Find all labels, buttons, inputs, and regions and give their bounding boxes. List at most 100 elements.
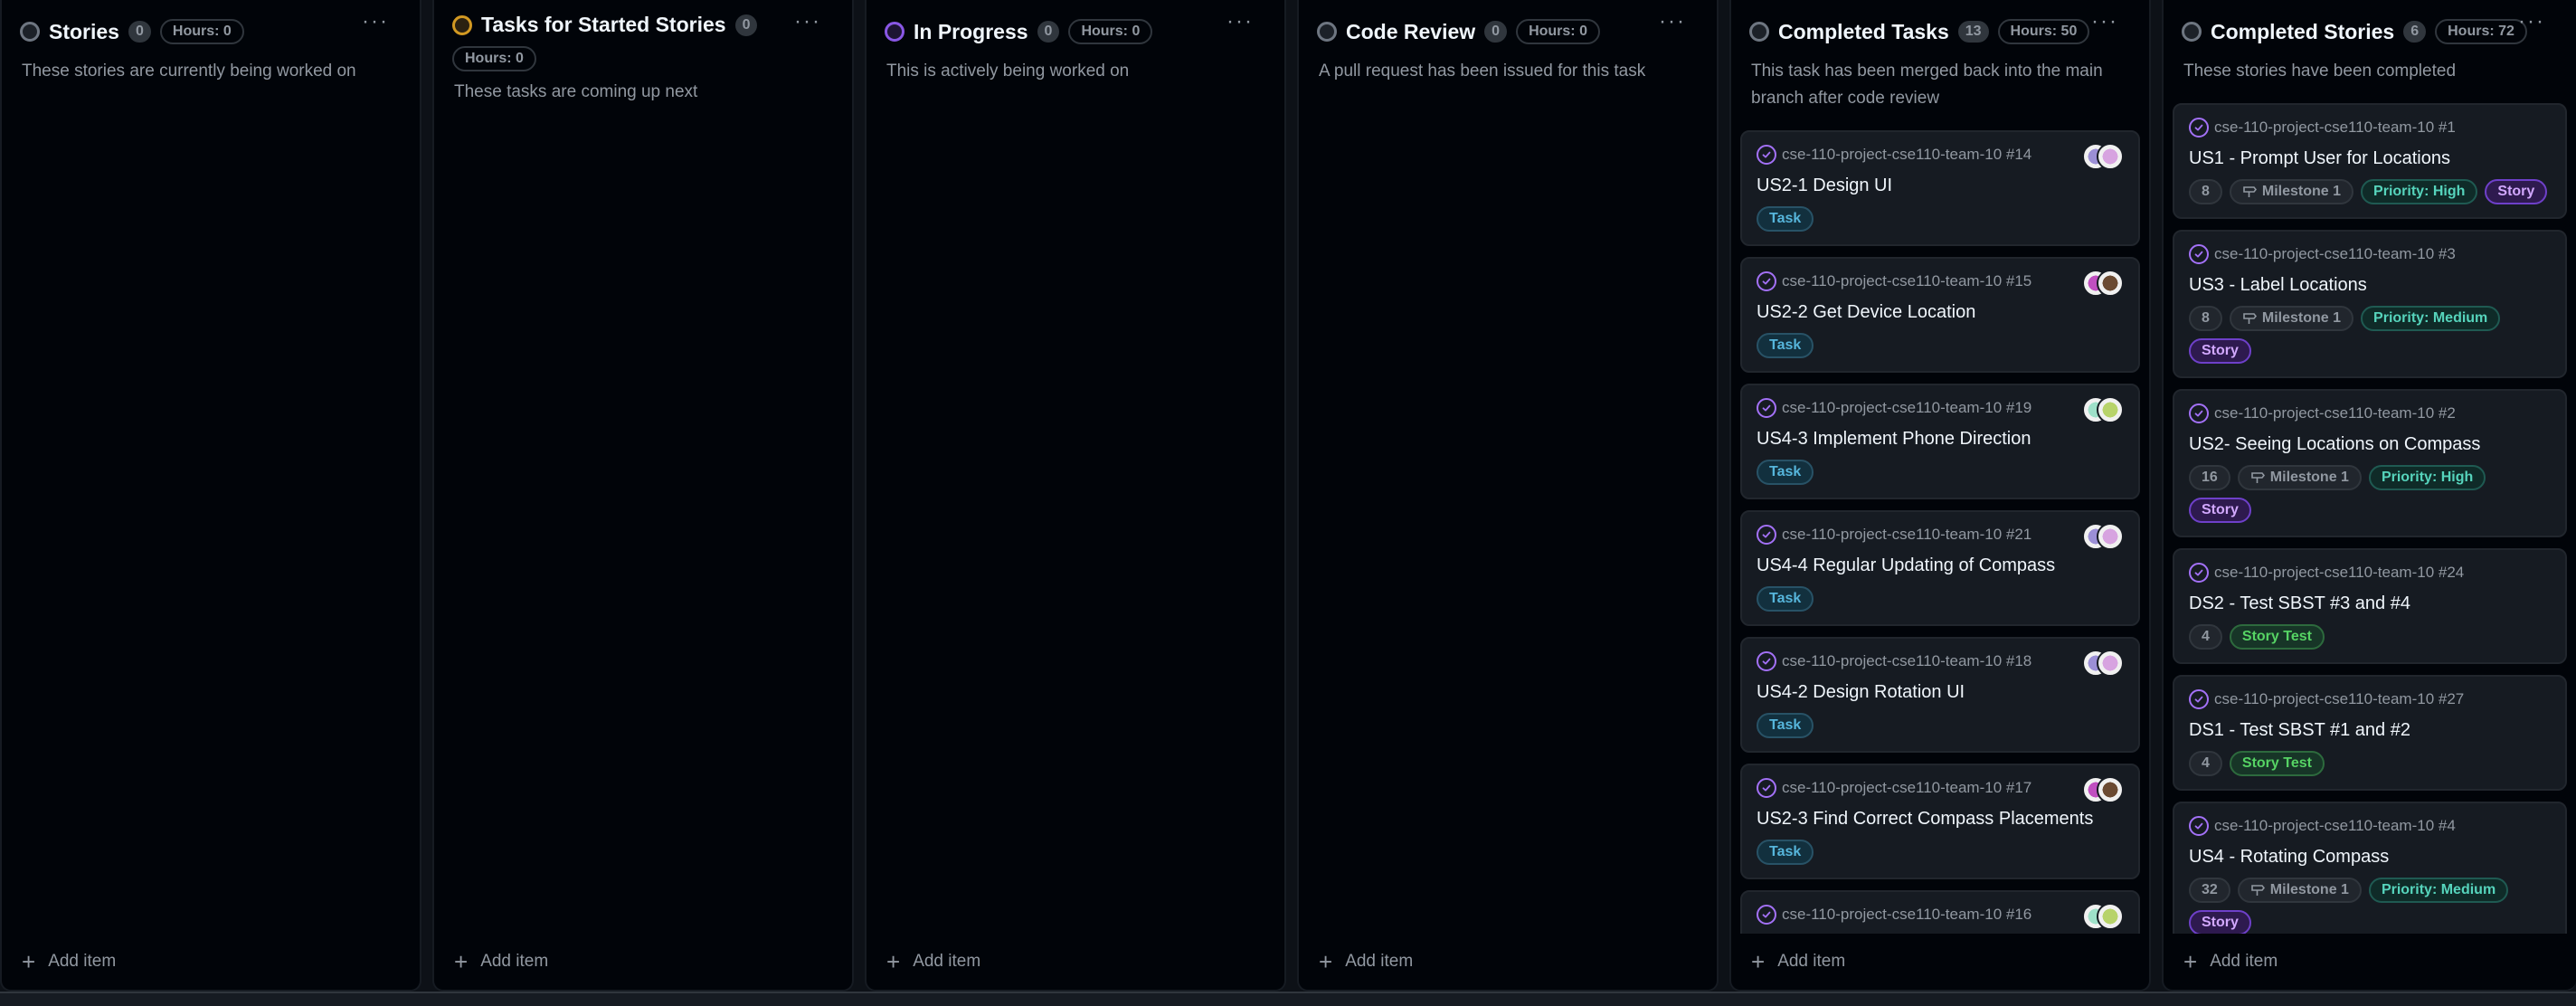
add-item-button[interactable]: + Add item: [2164, 934, 2576, 990]
add-item-label: Add item: [1777, 952, 1846, 971]
add-item-button[interactable]: + Add item: [434, 934, 852, 990]
avatar[interactable]: [2097, 396, 2124, 423]
column-more-icon[interactable]: ···: [362, 9, 389, 34]
issue-closed-check-icon: [2189, 563, 2209, 583]
avatar[interactable]: [2097, 650, 2124, 677]
issue-card[interactable]: cse-110-project-cse110-team-10 #16US4-1 …: [1740, 890, 2140, 934]
issue-card[interactable]: cse-110-project-cse110-team-10 #4 US4 - R…: [2173, 802, 2567, 934]
card-repo-ref[interactable]: cse-110-project-cse110-team-10 #1: [2214, 119, 2456, 137]
label-milestone: Milestone 1: [2237, 878, 2362, 903]
add-item-button[interactable]: + Add item: [2, 934, 420, 990]
column-header: In Progress 0 Hours: 0 ···: [867, 0, 1284, 51]
assignee-avatars: [2082, 903, 2124, 930]
card-title[interactable]: US4 - Rotating Compass: [2189, 845, 2551, 868]
add-item-label: Add item: [480, 952, 549, 971]
issue-card[interactable]: cse-110-project-cse110-team-10 #2 US2- Se…: [2173, 389, 2567, 537]
card-title[interactable]: US2-1 Design UI: [1757, 174, 2124, 197]
card-repo-ref[interactable]: cse-110-project-cse110-team-10 #14: [1782, 146, 2031, 164]
status-circle-icon: [885, 22, 904, 42]
issue-card[interactable]: cse-110-project-cse110-team-10 #15 US2-2 …: [1740, 257, 2140, 373]
add-item-button[interactable]: + Add item: [1731, 934, 2149, 990]
avatar[interactable]: [2097, 270, 2124, 297]
item-count-badge: 6: [2403, 21, 2427, 43]
issue-card[interactable]: cse-110-project-cse110-team-10 #21 US4-4 …: [1740, 510, 2140, 626]
assignee-avatars: [2082, 523, 2124, 550]
milestone-label: Milestone 1: [2261, 310, 2342, 326]
card-title[interactable]: US2-2 Get Device Location: [1757, 300, 2124, 324]
card-list: cse-110-project-cse110-team-10 #14 US2-1 …: [1731, 112, 2149, 934]
milestone-signpost-icon: [2243, 186, 2257, 197]
card-repo-line: cse-110-project-cse110-team-10 #2: [2189, 403, 2551, 423]
column-more-icon[interactable]: ···: [2518, 9, 2545, 34]
card-repo-line: cse-110-project-cse110-team-10 #1: [2189, 118, 2551, 138]
card-title[interactable]: US2- Seeing Locations on Compass: [2189, 432, 2551, 456]
card-title[interactable]: US4-2 Design Rotation UI: [1757, 680, 2124, 704]
avatar[interactable]: [2097, 523, 2124, 550]
column-header: Completed Tasks 13 Hours: 50 ···: [1731, 0, 2149, 51]
avatar[interactable]: [2097, 903, 2124, 930]
card-list: [867, 85, 1284, 934]
avatar[interactable]: [2097, 143, 2124, 170]
column-more-icon[interactable]: ···: [794, 9, 821, 34]
label-priority: Priority: High: [2368, 465, 2486, 490]
label-task: Task: [1757, 460, 1814, 485]
issue-card[interactable]: cse-110-project-cse110-team-10 #17 US2-3 …: [1740, 764, 2140, 879]
column-header: Completed Stories 6 Hours: 72 ···: [2164, 0, 2576, 51]
column-more-icon[interactable]: ···: [1226, 9, 1254, 34]
board-column-stories: Stories 0 Hours: 0 ··· These stories are…: [0, 0, 421, 992]
bottom-bar: [0, 992, 2576, 1006]
issue-card[interactable]: cse-110-project-cse110-team-10 #19 US4-3 …: [1740, 384, 2140, 499]
assignee-avatars: [2082, 776, 2124, 803]
card-title[interactable]: DS2 - Test SBST #3 and #4: [2189, 592, 2551, 615]
issue-card[interactable]: cse-110-project-cse110-team-10 #3 US3 - L…: [2173, 230, 2567, 378]
card-labels: 8 Milestone 1 Priority: High Story: [2189, 179, 2551, 204]
column-title: Completed Tasks: [1778, 19, 1949, 43]
column-more-icon[interactable]: ···: [1659, 9, 1686, 34]
card-repo-ref[interactable]: cse-110-project-cse110-team-10 #4: [2214, 817, 2456, 835]
card-repo-ref[interactable]: cse-110-project-cse110-team-10 #15: [1782, 272, 2031, 290]
label-task: Task: [1757, 713, 1814, 738]
board-column-in-progress: In Progress 0 Hours: 0 ··· This is activ…: [865, 0, 1286, 992]
card-title[interactable]: US4-4 Regular Updating of Compass: [1757, 554, 2124, 577]
column-description: These tasks are coming up next: [454, 82, 698, 101]
card-title[interactable]: US4-3 Implement Phone Direction: [1757, 427, 2124, 451]
issue-card[interactable]: cse-110-project-cse110-team-10 #27 DS1 - …: [2173, 675, 2567, 791]
label-story: Story: [2189, 338, 2251, 364]
issue-closed-check-icon: [2189, 118, 2209, 138]
card-repo-ref[interactable]: cse-110-project-cse110-team-10 #21: [1782, 526, 2031, 544]
issue-card[interactable]: cse-110-project-cse110-team-10 #24 DS2 - …: [2173, 548, 2567, 664]
column-title: Completed Stories: [2211, 19, 2395, 43]
card-repo-line: cse-110-project-cse110-team-10 #15: [1757, 271, 2124, 291]
card-repo-ref[interactable]: cse-110-project-cse110-team-10 #2: [2214, 404, 2456, 422]
issue-card[interactable]: cse-110-project-cse110-team-10 #14 US2-1 …: [1740, 130, 2140, 246]
card-repo-ref[interactable]: cse-110-project-cse110-team-10 #18: [1782, 652, 2031, 670]
card-title[interactable]: US2-3 Find Correct Compass Placements: [1757, 807, 2124, 830]
column-description: These stories have been completed: [2183, 62, 2457, 81]
add-item-button[interactable]: + Add item: [867, 934, 1284, 990]
plus-icon: +: [1319, 947, 1333, 975]
card-title[interactable]: US3 - Label Locations: [2189, 273, 2551, 297]
board-column-tasks-for-started-stories: Tasks for Started Stories 0 Hours: 0 ···…: [432, 0, 854, 992]
card-repo-ref[interactable]: cse-110-project-cse110-team-10 #16: [1782, 906, 2031, 924]
issue-closed-check-icon: [1757, 145, 1776, 165]
add-item-label: Add item: [1345, 952, 1414, 971]
column-more-icon[interactable]: ···: [2091, 9, 2118, 34]
card-repo-ref[interactable]: cse-110-project-cse110-team-10 #3: [2214, 245, 2456, 263]
label-task: Task: [1757, 840, 1814, 865]
assignee-avatars: [2082, 143, 2124, 170]
issue-card[interactable]: cse-110-project-cse110-team-10 #1 US1 - P…: [2173, 103, 2567, 219]
hours-sum-pill: Hours: 0: [1068, 19, 1153, 44]
avatar[interactable]: [2097, 776, 2124, 803]
card-repo-ref[interactable]: cse-110-project-cse110-team-10 #24: [2214, 564, 2464, 582]
label-story: Story: [2485, 179, 2548, 204]
card-repo-ref[interactable]: cse-110-project-cse110-team-10 #19: [1782, 399, 2031, 417]
card-title[interactable]: DS1 - Test SBST #1 and #2: [2189, 718, 2551, 742]
card-repo-ref[interactable]: cse-110-project-cse110-team-10 #17: [1782, 779, 2031, 797]
add-item-button[interactable]: + Add item: [1299, 934, 1717, 990]
item-count-badge: 0: [734, 14, 758, 36]
label-priority: Priority: Medium: [2361, 306, 2501, 331]
card-repo-ref[interactable]: cse-110-project-cse110-team-10 #27: [2214, 690, 2464, 708]
card-title[interactable]: US1 - Prompt User for Locations: [2189, 147, 2551, 170]
issue-card[interactable]: cse-110-project-cse110-team-10 #18 US4-2 …: [1740, 637, 2140, 753]
card-repo-line: cse-110-project-cse110-team-10 #14: [1757, 145, 2124, 165]
